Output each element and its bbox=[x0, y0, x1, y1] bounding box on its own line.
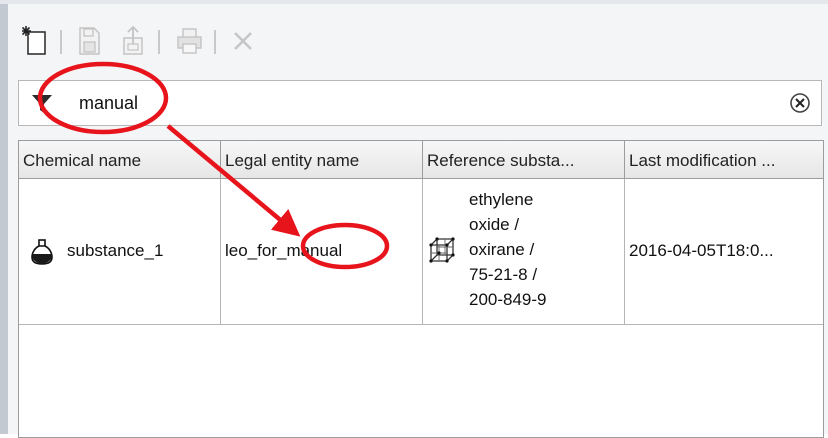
column-header-reference-substance[interactable]: Reference substa... bbox=[423, 141, 625, 179]
cell-legal-entity-name: leo_for_manual bbox=[221, 179, 423, 325]
toolbar-separator bbox=[60, 30, 62, 54]
delete-button[interactable] bbox=[228, 24, 258, 58]
export-button[interactable] bbox=[118, 24, 148, 58]
legal-entity-prefix: leo_for_ bbox=[225, 241, 287, 260]
reference-line: ethylene bbox=[469, 190, 534, 209]
column-header-chemical-name[interactable]: Chemical name bbox=[19, 141, 221, 179]
left-scroll-edge bbox=[0, 4, 8, 434]
reference-line: oxirane / bbox=[469, 240, 535, 259]
legal-entity-match: manual bbox=[286, 241, 343, 260]
last-modified-text: 2016-04-05T18:0... bbox=[629, 241, 774, 260]
reference-line: 200-849-9 bbox=[469, 290, 547, 309]
delete-icon bbox=[234, 32, 252, 50]
chemical-name-text: substance_1 bbox=[67, 241, 164, 260]
save-button[interactable] bbox=[74, 24, 104, 58]
export-icon bbox=[123, 25, 143, 55]
reference-line: 75-21-8 / bbox=[469, 265, 538, 284]
toolbar bbox=[8, 10, 828, 74]
toolbar-separator bbox=[158, 30, 160, 54]
search-panel: manual Chemical name Legal entity name R… bbox=[8, 4, 828, 438]
crystal-structure-icon bbox=[429, 237, 455, 263]
results-table: Chemical name Legal entity name Referenc… bbox=[18, 140, 824, 438]
save-icon bbox=[79, 27, 100, 55]
cell-reference-substance: ethylene oxide / oxirane / 75-21-8 / 200… bbox=[423, 179, 625, 325]
flask-icon bbox=[31, 239, 53, 265]
print-button[interactable] bbox=[174, 24, 204, 58]
cell-chemical-name: substance_1 bbox=[19, 179, 221, 325]
toolbar-separator bbox=[214, 30, 216, 54]
print-icon bbox=[177, 28, 202, 54]
clear-icon[interactable] bbox=[789, 92, 811, 114]
column-header-legal-entity-name[interactable]: Legal entity name bbox=[221, 141, 423, 179]
filter-bar: manual bbox=[18, 80, 822, 126]
new-document-icon bbox=[22, 26, 46, 55]
new-document-button[interactable] bbox=[22, 24, 52, 58]
reference-line: oxide / bbox=[469, 215, 520, 234]
cell-last-modification: 2016-04-05T18:0... bbox=[625, 179, 823, 325]
filter-input[interactable]: manual bbox=[79, 93, 138, 114]
funnel-icon bbox=[32, 95, 52, 113]
column-header-last-modification[interactable]: Last modification ... bbox=[625, 141, 823, 179]
